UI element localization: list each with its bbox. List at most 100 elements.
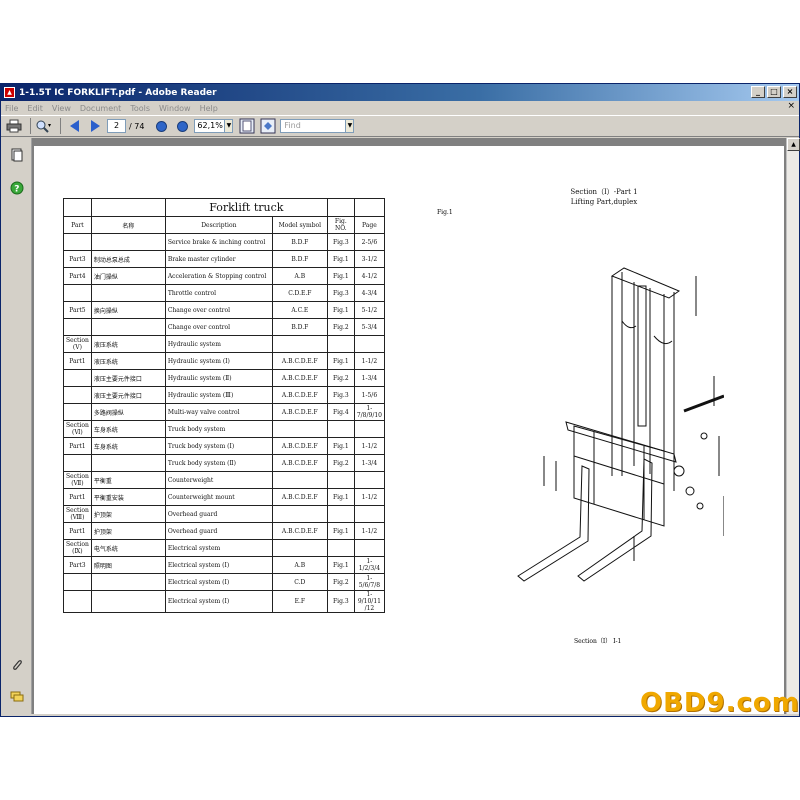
cell-page: 5-3/4 <box>353 318 385 336</box>
menu-window[interactable]: Window <box>159 104 191 113</box>
comment-icon[interactable] <box>10 690 24 704</box>
cell-description: Throttle control <box>164 284 273 302</box>
find-dropdown-chevron-icon[interactable]: ▼ <box>346 119 355 133</box>
cell-part <box>63 573 92 591</box>
toolbar-separator <box>60 118 61 134</box>
cell-page <box>353 471 385 489</box>
zoom-in-icon[interactable] <box>173 117 191 135</box>
table-row: Section (Ⅴ) 液压系统 Hydraulic system <box>63 335 385 353</box>
maximize-button[interactable]: □ <box>767 86 781 98</box>
cell-fig-no: Fig.1 <box>326 437 355 455</box>
cell-fig-no: Fig.2 <box>326 454 355 472</box>
page-total: / 74 <box>129 121 145 131</box>
cell-page: 4-1/2 <box>353 267 385 285</box>
cell-part: Part3 <box>63 556 92 574</box>
cell-model-symbol: E.F <box>271 590 328 613</box>
vertical-scrollbar[interactable]: ▲ <box>786 138 800 714</box>
table-row: Section (Ⅷ) 护顶架 Overhead guard <box>63 505 385 523</box>
menu-document[interactable]: Document <box>80 104 121 113</box>
cell-name: 液压系统 <box>90 335 166 353</box>
menu-view[interactable]: View <box>52 104 71 113</box>
help-icon[interactable]: ? <box>10 181 24 195</box>
column-header-name: 名称 <box>90 216 166 234</box>
cell-part <box>63 318 92 336</box>
cell-page <box>353 420 385 438</box>
table-row: Part4 油门操纵 Acceleration & Stopping control… <box>63 267 385 285</box>
cell-part <box>63 590 92 613</box>
menu-file[interactable]: File <box>5 104 18 113</box>
document-viewport[interactable]: Forklift truck Part 名称 Description Model… <box>32 138 786 714</box>
cell-description: Hydraulic system (Ⅰ) <box>164 352 273 370</box>
reader-window: ▲ 1-1.5T IC FORKLIFT.pdf - Adobe Reader … <box>0 83 800 717</box>
cell-page: 1-3/4 <box>353 454 385 472</box>
cell-page: 1-7/8/9/10 <box>353 403 385 421</box>
fit-page-icon[interactable] <box>259 117 277 135</box>
menu-tools[interactable]: Tools <box>130 104 150 113</box>
cell-name <box>90 454 166 472</box>
search-icon[interactable]: ▾ <box>35 117 53 135</box>
cell-part: Part5 <box>63 301 92 319</box>
table-row: Throttle control C.D.E.F Fig.3 4-3/4 <box>63 284 385 302</box>
menu-edit[interactable]: Edit <box>27 104 43 113</box>
pdf-app-icon: ▲ <box>4 87 15 98</box>
table-corner-cell <box>90 198 166 217</box>
page-footer: Section（Ⅰ） Ⅰ-1 <box>574 638 622 645</box>
cell-description: Service brake & inching control <box>164 233 273 251</box>
cell-description: Overhead guard <box>164 522 273 540</box>
cell-name: 平衡重 <box>90 471 166 489</box>
cell-name <box>90 318 166 336</box>
zoom-out-icon[interactable] <box>152 117 170 135</box>
zoom-dropdown-chevron-icon[interactable]: ▼ <box>225 119 234 133</box>
paperclip-icon[interactable] <box>10 658 24 672</box>
cell-fig-no: Fig.1 <box>326 488 355 506</box>
cell-fig-no <box>326 539 355 557</box>
cell-model-symbol: A.B.C.D.E.F <box>271 454 328 472</box>
cell-part <box>63 233 92 251</box>
cell-name: 车身系统 <box>90 420 166 438</box>
table-title: Forklift truck <box>164 198 328 217</box>
cell-page: 1-1/2 <box>353 522 385 540</box>
cell-description: Truck body system (Ⅱ) <box>164 454 273 472</box>
single-page-view-icon[interactable] <box>238 117 256 135</box>
table-row: Truck body system (Ⅱ) A.B.C.D.E.F Fig.2 1-3… <box>63 454 385 472</box>
cell-page: 1-1/2/3/4 <box>353 556 385 574</box>
section-title: Section（Ⅰ）-Part 1 Lifting Part,duplex <box>554 187 654 207</box>
cell-description: Hydraulic system <box>164 335 273 353</box>
arrow-right-icon[interactable] <box>86 117 104 135</box>
cell-part <box>63 454 92 472</box>
forklift-mast-drawing <box>517 267 724 582</box>
cell-description: Change over control <box>164 318 273 336</box>
table-row: Part1 液压系统 Hydraulic system (Ⅰ) A.B.C.D.E.F… <box>63 352 385 370</box>
pages-icon[interactable] <box>10 148 24 162</box>
cell-fig-no: Fig.1 <box>326 267 355 285</box>
document-close-button[interactable]: × <box>787 101 795 111</box>
printer-icon[interactable] <box>5 117 23 135</box>
zoom-input[interactable]: 62,1% <box>194 119 226 133</box>
table-row: 多路阀操纵 Multi-way valve control A.B.C.D.E.F F… <box>63 403 385 421</box>
cell-page: 1-5/6 <box>353 386 385 404</box>
cell-page: 1-1/2 <box>353 488 385 506</box>
column-header-page: Page <box>353 216 385 234</box>
page-number-input[interactable]: 2 <box>107 119 126 133</box>
cell-name: 液压主要元件接口 <box>90 386 166 404</box>
arrow-left-icon[interactable] <box>65 117 83 135</box>
cell-model-symbol: A.B.C.D.E.F <box>271 522 328 540</box>
toolbar-separator <box>30 118 31 134</box>
close-button[interactable]: × <box>783 86 797 98</box>
cell-name: 平衡重安装 <box>90 488 166 506</box>
scroll-up-icon[interactable]: ▲ <box>787 138 800 151</box>
cell-fig-no: Fig.1 <box>326 556 355 574</box>
minimize-button[interactable]: _ <box>751 86 765 98</box>
cell-page: 1-1/2 <box>353 352 385 370</box>
find-input[interactable]: Find <box>280 119 347 133</box>
section-title-line-2: Lifting Part,duplex <box>570 198 638 206</box>
cell-page: 5-1/2 <box>353 301 385 319</box>
menu-bar: File Edit View Document Tools Window Hel… <box>1 101 799 115</box>
menu-help[interactable]: Help <box>200 104 218 113</box>
cell-model-symbol: A.B.C.D.E.F <box>271 386 328 404</box>
cell-model-symbol: A.B <box>271 556 328 574</box>
table-row: Part3 制动总泵总成 Brake master cylinder B.D.F Fig… <box>63 250 385 268</box>
table-corner-cell <box>63 198 92 217</box>
cell-description: Counterweight mount <box>164 488 273 506</box>
column-header-description: Description <box>164 216 273 234</box>
